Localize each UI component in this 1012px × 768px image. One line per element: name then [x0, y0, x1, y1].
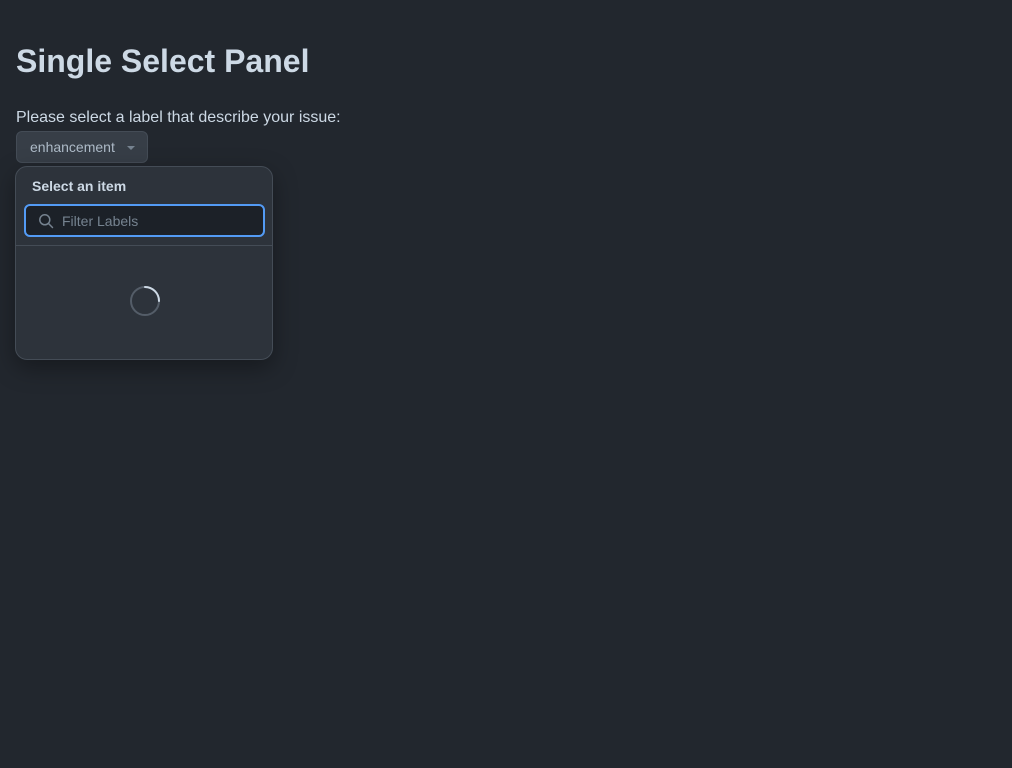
page: Single Select Panel Please select a labe… [0, 0, 1012, 768]
filter-input[interactable] [62, 212, 263, 229]
panel-title: Select an item [32, 178, 127, 194]
label-select-button[interactable]: enhancement [16, 131, 148, 163]
select-panel: Select an item [15, 166, 273, 360]
spinner-icon [130, 286, 160, 316]
search-icon [39, 213, 54, 228]
filter-field[interactable] [24, 204, 265, 237]
select-prompt-label: Please select a label that describe your… [16, 109, 341, 126]
panel-divider [16, 245, 272, 246]
triangle-down-icon [126, 146, 135, 150]
select-button-label: enhancement [30, 139, 115, 155]
page-title: Single Select Panel [16, 43, 310, 79]
